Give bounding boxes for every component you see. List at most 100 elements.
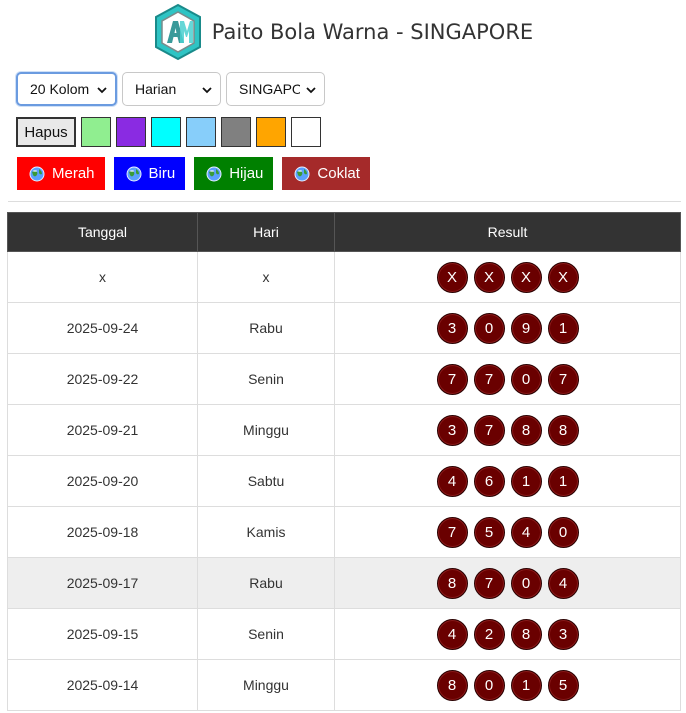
result-balls: 3788 <box>335 414 680 446</box>
color-button-label: Merah <box>52 165 95 182</box>
result-balls: 4283 <box>335 618 680 650</box>
result-ball[interactable]: 4 <box>436 465 468 497</box>
columns-select-value: 20 Kolom <box>30 81 90 97</box>
column-header-date: Tanggal <box>7 212 198 252</box>
cell-date: 2025-09-18 <box>7 506 198 558</box>
result-ball[interactable]: 0 <box>547 516 579 548</box>
result-ball[interactable]: X <box>473 261 505 293</box>
result-table: Tanggal Hari Result x x X X X X 2025-09-24 Rabu… <box>7 212 681 711</box>
cell-date: 2025-09-22 <box>7 353 198 405</box>
cell-day: Kamis <box>197 506 335 558</box>
table-row: 2025-09-15 Senin 4 2 8 3 <box>7 608 681 660</box>
result-ball[interactable]: 0 <box>473 312 505 344</box>
result-ball[interactable]: 0 <box>510 363 542 395</box>
cell-date: 2025-09-14 <box>7 659 198 711</box>
result-ball[interactable]: 5 <box>473 516 505 548</box>
result-ball[interactable]: 4 <box>547 567 579 599</box>
cell-date: 2025-09-17 <box>7 557 198 609</box>
color-button-hijau[interactable]: Hijau <box>194 157 274 190</box>
result-ball[interactable]: X <box>547 261 579 293</box>
page-title: Paito Bola Warna - SINGAPORE <box>211 20 534 44</box>
color-button-label: Hijau <box>229 165 264 182</box>
result-balls: 8015 <box>335 669 680 701</box>
market-select[interactable]: SINGAPO <box>226 72 325 106</box>
color-button-group: Merah Biru Hijau Coklat <box>17 157 370 190</box>
cell-day: Sabtu <box>197 455 335 507</box>
result-ball[interactable]: 8 <box>510 414 542 446</box>
result-ball[interactable]: 4 <box>510 516 542 548</box>
result-ball[interactable]: 8 <box>547 414 579 446</box>
cell-day: Minggu <box>197 659 335 711</box>
globe-icon <box>294 166 310 182</box>
clear-button[interactable]: Hapus <box>16 117 76 147</box>
cell-day: Minggu <box>197 404 335 456</box>
table-row: 2025-09-17 Rabu 8 7 0 4 <box>7 557 681 609</box>
cell-result: 4611 <box>334 455 681 507</box>
result-ball[interactable]: 3 <box>547 618 579 650</box>
cell-result: 4283 <box>334 608 681 660</box>
result-ball[interactable]: 4 <box>436 618 468 650</box>
globe-icon <box>126 166 142 182</box>
table-body: x x X X X X 2025-09-24 Rabu 3 0 9 1 2025-09-22 Senin 7… <box>7 251 681 711</box>
cell-day: Rabu <box>197 302 335 354</box>
am-logo-icon <box>153 3 203 61</box>
color-swatch[interactable] <box>221 117 251 147</box>
color-swatch[interactable] <box>256 117 286 147</box>
result-ball[interactable]: 1 <box>510 465 542 497</box>
result-ball[interactable]: 9 <box>510 312 542 344</box>
cell-day: Senin <box>197 353 335 405</box>
result-ball[interactable]: 7 <box>473 414 505 446</box>
swatch-list <box>81 117 321 147</box>
table-row: xxXXXX <box>7 251 681 303</box>
result-ball[interactable]: 7 <box>547 363 579 395</box>
table-row: 2025-09-21 Minggu 3 7 8 8 <box>7 404 681 456</box>
result-balls: XXXX <box>335 261 680 293</box>
table-row: 2025-09-24 Rabu 3 0 9 1 <box>7 302 681 354</box>
result-ball[interactable]: 7 <box>473 363 505 395</box>
result-ball[interactable]: 7 <box>436 363 468 395</box>
result-ball[interactable]: X <box>436 261 468 293</box>
result-ball[interactable]: 7 <box>473 567 505 599</box>
result-balls: 8704 <box>335 567 680 599</box>
table-header-row: Tanggal Hari Result <box>7 212 681 252</box>
color-swatch[interactable] <box>116 117 146 147</box>
result-ball[interactable]: 3 <box>436 312 468 344</box>
result-ball[interactable]: 2 <box>473 618 505 650</box>
cell-result: 3788 <box>334 404 681 456</box>
result-ball[interactable]: X <box>510 261 542 293</box>
color-button-biru[interactable]: Biru <box>113 157 186 190</box>
result-ball[interactable]: 1 <box>547 312 579 344</box>
color-button-merah[interactable]: Merah <box>17 157 105 190</box>
color-swatch[interactable] <box>151 117 181 147</box>
color-palette: Hapus <box>16 117 321 147</box>
result-ball[interactable]: 8 <box>436 567 468 599</box>
result-ball[interactable]: 8 <box>510 618 542 650</box>
color-swatch[interactable] <box>186 117 216 147</box>
cell-date: x <box>7 251 198 303</box>
cell-date: 2025-09-20 <box>7 455 198 507</box>
page-header: Paito Bola Warna - SINGAPORE <box>0 0 686 64</box>
result-ball[interactable]: 6 <box>473 465 505 497</box>
result-ball[interactable]: 5 <box>547 669 579 701</box>
color-swatch[interactable] <box>291 117 321 147</box>
result-ball[interactable]: 3 <box>436 414 468 446</box>
result-balls: 7707 <box>335 363 680 395</box>
market-select-value: SINGAPO <box>239 81 300 97</box>
color-button-label: Coklat <box>317 165 360 182</box>
result-ball[interactable]: 1 <box>547 465 579 497</box>
result-ball[interactable]: 7 <box>436 516 468 548</box>
result-ball[interactable]: 0 <box>473 669 505 701</box>
color-swatch[interactable] <box>81 117 111 147</box>
table-row: 2025-09-18 Kamis 7 5 4 0 <box>7 506 681 558</box>
globe-icon <box>29 166 45 182</box>
result-ball[interactable]: 0 <box>510 567 542 599</box>
cell-result: 8015 <box>334 659 681 711</box>
result-ball[interactable]: 8 <box>436 669 468 701</box>
column-header-day: Hari <box>197 212 335 252</box>
color-button-coklat[interactable]: Coklat <box>282 157 370 190</box>
divider <box>8 201 681 202</box>
cell-result: 7540 <box>334 506 681 558</box>
columns-select[interactable]: 20 Kolom <box>16 72 117 106</box>
result-ball[interactable]: 1 <box>510 669 542 701</box>
period-select[interactable]: Harian <box>122 72 221 106</box>
